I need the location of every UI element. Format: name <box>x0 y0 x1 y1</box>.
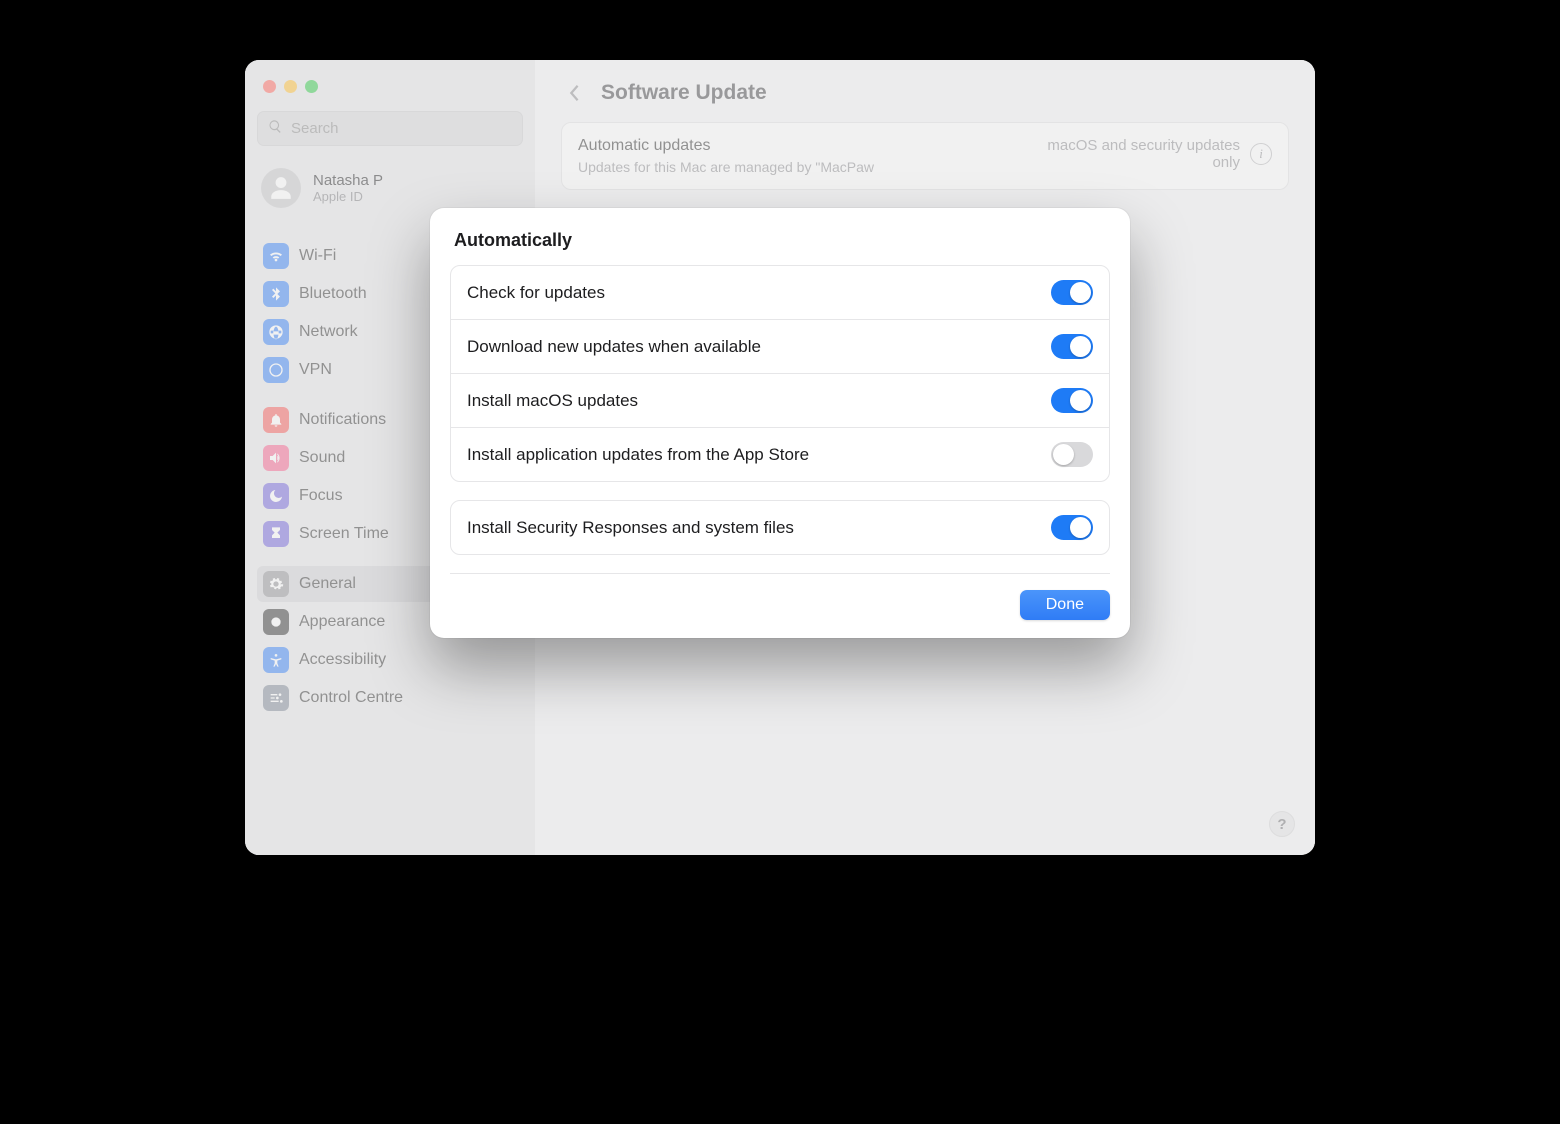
row-label: Download new updates when available <box>467 337 761 357</box>
modal-title: Automatically <box>450 230 1110 251</box>
row-check-updates: Check for updates <box>451 266 1109 319</box>
modal-group-1: Check for updates Download new updates w… <box>450 265 1110 482</box>
modal-footer: Done <box>450 573 1110 620</box>
done-button[interactable]: Done <box>1020 590 1110 620</box>
row-install-app-store: Install application updates from the App… <box>451 427 1109 481</box>
toggle-download-updates[interactable] <box>1051 334 1093 359</box>
toggle-install-macos[interactable] <box>1051 388 1093 413</box>
row-label: Check for updates <box>467 283 605 303</box>
row-download-updates: Download new updates when available <box>451 319 1109 373</box>
toggle-check-updates[interactable] <box>1051 280 1093 305</box>
modal-group-2: Install Security Responses and system fi… <box>450 500 1110 555</box>
toggle-install-app-store[interactable] <box>1051 442 1093 467</box>
automatic-updates-modal: Automatically Check for updates Download… <box>430 208 1130 638</box>
row-install-security: Install Security Responses and system fi… <box>451 501 1109 554</box>
modal-container: Automatically Check for updates Download… <box>245 60 1315 855</box>
row-label: Install macOS updates <box>467 391 638 411</box>
row-label: Install Security Responses and system fi… <box>467 518 794 538</box>
settings-window: Search Natasha P Apple ID Wi-Fi Bluetoot… <box>245 60 1315 855</box>
toggle-install-security[interactable] <box>1051 515 1093 540</box>
row-label: Install application updates from the App… <box>467 445 809 465</box>
row-install-macos: Install macOS updates <box>451 373 1109 427</box>
